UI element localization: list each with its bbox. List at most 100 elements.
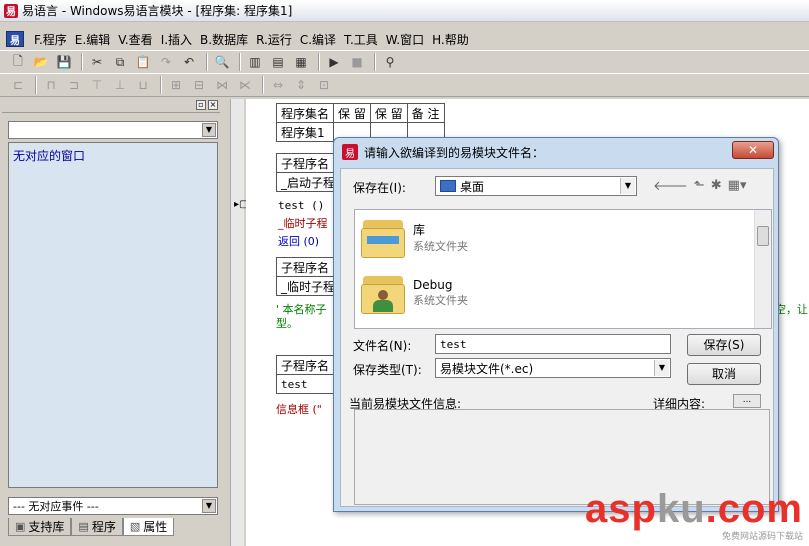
program-icon: ▤ bbox=[78, 520, 89, 533]
list-item[interactable]: 无对应的窗口 bbox=[13, 147, 213, 164]
stop-icon[interactable]: ■ bbox=[347, 53, 367, 71]
chevron-down-icon[interactable]: ▼ bbox=[202, 499, 216, 513]
center-horizontal-icon[interactable]: ⇔ bbox=[268, 76, 288, 94]
sub1-table: 子程序名 _启动子程 bbox=[275, 153, 341, 192]
binoculars-icon[interactable]: ⚲ bbox=[380, 53, 400, 71]
layout-2-icon[interactable]: ▤ bbox=[268, 53, 288, 71]
left-panel: ▫ × ▼ 无对应的窗口 --- 无对应事件 --- ▼ ▣ 支持库 ▤ 程序 … bbox=[2, 99, 220, 546]
chevron-down-icon[interactable]: ▼ bbox=[202, 123, 216, 137]
code-line[interactable]: 返回 (0) bbox=[278, 233, 319, 249]
panel-restore-icon[interactable]: ▫ bbox=[196, 100, 206, 110]
view-menu-icon[interactable]: ▦▾ bbox=[728, 178, 747, 194]
save-in-label: 保存在(I): bbox=[353, 181, 406, 195]
space-horizontal-icon[interactable]: ⊞ bbox=[166, 76, 186, 94]
panel-close-icon[interactable]: × bbox=[208, 100, 218, 110]
menu-window[interactable]: W.窗口 bbox=[382, 31, 428, 48]
paste-icon[interactable]: 📋 bbox=[133, 53, 153, 71]
file-list[interactable]: 库 系统文件夹 Debug 系统文件夹 bbox=[354, 209, 772, 329]
filename-input[interactable]: test bbox=[435, 334, 671, 354]
sub3-table: 子程序名 test bbox=[275, 355, 335, 394]
dialog-body: 保存在(I): 桌面 ▼ 🡐 ⬑ ✱ ▦▾ 库 系统文件夹 Debug 系统文件… bbox=[340, 168, 774, 507]
new-folder-icon[interactable]: ✱ bbox=[711, 178, 722, 194]
save-module-dialog: 易 请输入欲编译到的易模块文件名： ✕ 保存在(I): 桌面 ▼ 🡐 ⬑ ✱ ▦… bbox=[333, 137, 779, 512]
comment-line-tail[interactable]: 空，让 bbox=[775, 301, 808, 317]
align-right-icon[interactable]: ⊐ bbox=[64, 76, 84, 94]
save-button[interactable]: 保存(S) bbox=[687, 334, 761, 356]
nav-toolbar: 🡐 ⬑ ✱ ▦▾ bbox=[653, 178, 746, 194]
redo-icon[interactable]: ↷ bbox=[156, 53, 176, 71]
table-cell[interactable]: _启动子程 bbox=[275, 172, 341, 192]
align-center-icon[interactable]: ⊓ bbox=[41, 76, 61, 94]
list-item[interactable]: 库 系统文件夹 bbox=[361, 216, 468, 258]
layout-3-icon[interactable]: ▦ bbox=[291, 53, 311, 71]
toolbar-separator bbox=[262, 76, 264, 94]
standard-toolbar: 🗋 📂 💾 ✂ ⧉ 📋 ↷ ↶ 🔍 ▥ ▤ ▦ ▶ ■ ⚲ bbox=[0, 50, 809, 74]
layout-1-icon[interactable]: ▥ bbox=[245, 53, 265, 71]
menu-bar: 易 F.程序 E.编辑 V.查看 I.插入 B.数据库 R.运行 C.编译 T.… bbox=[0, 28, 809, 50]
component-combo[interactable]: ▼ bbox=[8, 121, 218, 139]
menu-compile[interactable]: C.编译 bbox=[296, 31, 340, 48]
chevron-down-icon[interactable]: ▼ bbox=[620, 178, 635, 194]
menu-run[interactable]: R.运行 bbox=[252, 31, 296, 48]
list-item[interactable]: Debug 系统文件夹 bbox=[361, 272, 468, 314]
menu-tools[interactable]: T.工具 bbox=[340, 31, 382, 48]
menu-edit[interactable]: E.编辑 bbox=[71, 31, 114, 48]
splitter[interactable] bbox=[230, 99, 244, 546]
list-scrollbar[interactable] bbox=[754, 210, 771, 328]
menu-view[interactable]: V.查看 bbox=[114, 31, 156, 48]
menu-help[interactable]: H.帮助 bbox=[428, 31, 473, 48]
tab-program[interactable]: ▤ 程序 bbox=[71, 518, 123, 536]
align-bottom-icon[interactable]: ⊔ bbox=[133, 76, 153, 94]
event-combo[interactable]: --- 无对应事件 --- ▼ bbox=[8, 497, 218, 515]
align-middle-icon[interactable]: ⊥ bbox=[110, 76, 130, 94]
table-cell[interactable]: _临时子程 bbox=[275, 276, 341, 296]
scroll-thumb[interactable] bbox=[757, 226, 769, 246]
window-list[interactable]: 无对应的窗口 bbox=[8, 142, 218, 488]
table-cell[interactable]: test bbox=[275, 374, 335, 394]
dialog-title: 请输入欲编译到的易模块文件名： bbox=[364, 145, 545, 160]
run-icon[interactable]: ▶ bbox=[324, 53, 344, 71]
code-line[interactable]: test () bbox=[278, 199, 324, 212]
tab-library[interactable]: ▣ 支持库 bbox=[8, 518, 72, 536]
same-width-icon[interactable]: ⋈ bbox=[212, 76, 232, 94]
align-toolbar: ⊏ ⊓ ⊐ ⊤ ⊥ ⊔ ⊞ ⊟ ⋈ ⋉ ⇔ ⇕ ⊡ bbox=[0, 73, 809, 97]
menu-insert[interactable]: I.插入 bbox=[157, 31, 196, 48]
find-icon[interactable]: 🔍 bbox=[212, 53, 232, 71]
table-header: 子程序名 bbox=[275, 355, 335, 375]
back-icon[interactable]: 🡐 bbox=[653, 178, 688, 194]
chevron-down-icon[interactable]: ▼ bbox=[654, 360, 669, 376]
menu-database[interactable]: B.数据库 bbox=[196, 31, 252, 48]
align-left-icon[interactable]: ⊏ bbox=[8, 76, 28, 94]
comment-line[interactable]: 型。 bbox=[276, 315, 298, 331]
close-button[interactable]: ✕ bbox=[732, 141, 774, 159]
user-folder-icon bbox=[361, 272, 405, 314]
filetype-combo[interactable]: 易模块文件(*.ec) ▼ bbox=[435, 358, 671, 378]
up-folder-icon[interactable]: ⬑ bbox=[694, 178, 705, 194]
code-line[interactable]: 信息框 (" bbox=[276, 401, 322, 417]
undo-icon[interactable]: ↶ bbox=[179, 53, 199, 71]
app-icon: 易 bbox=[4, 3, 18, 18]
table-cell[interactable]: 程序集1 bbox=[275, 122, 335, 142]
menu-logo-icon[interactable]: 易 bbox=[6, 31, 24, 47]
space-vertical-icon[interactable]: ⊟ bbox=[189, 76, 209, 94]
same-height-icon[interactable]: ⋉ bbox=[235, 76, 255, 94]
cut-icon[interactable]: ✂ bbox=[87, 53, 107, 71]
copy-icon[interactable]: ⧉ bbox=[110, 53, 130, 71]
grid-icon[interactable]: ⊡ bbox=[314, 76, 334, 94]
new-file-icon[interactable]: 🗋 bbox=[8, 53, 28, 71]
tab-properties[interactable]: ▧ 属性 bbox=[122, 518, 175, 536]
details-button[interactable]: ... bbox=[733, 394, 761, 408]
toolbar-separator bbox=[239, 53, 241, 71]
code-line[interactable]: _临时子程 bbox=[278, 215, 328, 231]
menu-program[interactable]: F.程序 bbox=[30, 31, 71, 48]
align-top-icon[interactable]: ⊤ bbox=[87, 76, 107, 94]
library-folder-icon bbox=[361, 216, 405, 258]
center-vertical-icon[interactable]: ⇕ bbox=[291, 76, 311, 94]
toolbar-separator bbox=[35, 76, 37, 94]
save-in-combo[interactable]: 桌面 ▼ bbox=[435, 176, 637, 196]
toolbar-separator bbox=[81, 53, 83, 71]
toolbar-separator bbox=[160, 76, 162, 94]
cancel-button[interactable]: 取消 bbox=[687, 363, 761, 385]
save-icon[interactable]: 💾 bbox=[54, 53, 74, 71]
open-folder-icon[interactable]: 📂 bbox=[31, 53, 51, 71]
